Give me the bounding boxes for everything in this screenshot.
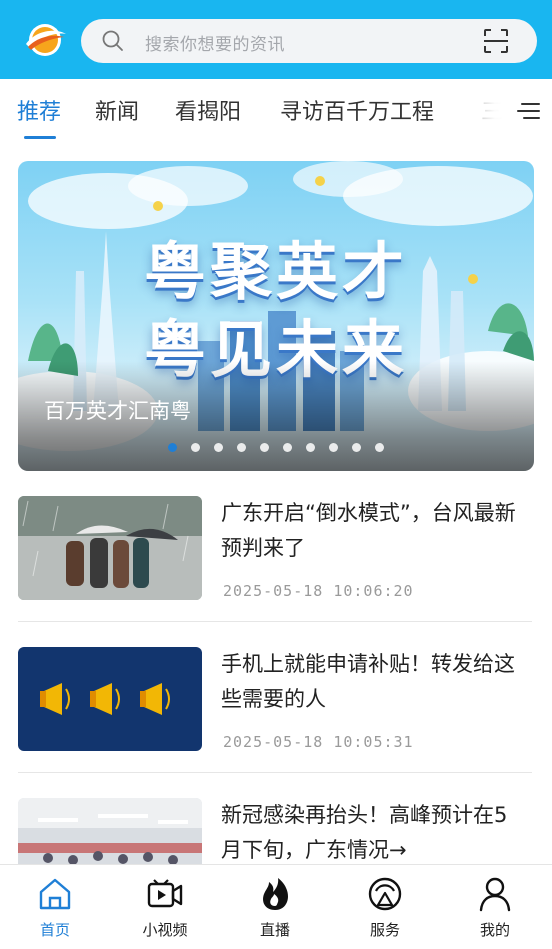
service-icon[interactable]: [366, 875, 404, 913]
tab-news[interactable]: 新闻: [95, 94, 139, 126]
list-divider: [18, 772, 532, 773]
banner-carousel[interactable]: 粤聚英才 粤见未来 百万英才汇南粤: [18, 161, 534, 471]
nav-short-video-label[interactable]: 小视频: [110, 919, 220, 940]
news-title[interactable]: 广东开启“倒水模式”，台风最新预判来了: [221, 496, 526, 566]
carousel-dot[interactable]: [329, 443, 338, 452]
video-icon[interactable]: [146, 875, 184, 913]
nav-live-label[interactable]: 直播: [220, 919, 330, 940]
bottom-navigation: 首页 小视频 直播 服务 我的: [0, 864, 552, 949]
app-header: 搜索你想要的资讯: [0, 0, 552, 79]
nav-home-label[interactable]: 首页: [0, 919, 110, 940]
news-thumbnail-megaphones[interactable]: [18, 647, 202, 751]
home-icon[interactable]: [36, 875, 74, 913]
nav-home[interactable]: 首页: [0, 865, 110, 949]
carousel-dot[interactable]: [237, 443, 246, 452]
nav-short-video[interactable]: 小视频: [110, 865, 220, 949]
news-item[interactable]: 手机上就能申请补贴！转发给这些需要的人 2025-05-18 10:05:31: [18, 647, 534, 753]
search-placeholder[interactable]: 搜索你想要的资讯: [145, 30, 285, 55]
nav-profile[interactable]: 我的: [440, 865, 550, 949]
news-title[interactable]: 新冠感染再抬头！高峰预计在5月下旬，广东情况→: [221, 798, 526, 868]
carousel-dot[interactable]: [260, 443, 269, 452]
news-item[interactable]: 广东开启“倒水模式”，台风最新预判来了 2025-05-18 10:06:20: [18, 496, 534, 602]
carousel-dot[interactable]: [214, 443, 223, 452]
carousel-dot[interactable]: [375, 443, 384, 452]
carousel-dot[interactable]: [352, 443, 361, 452]
scan-icon[interactable]: [483, 28, 509, 54]
carousel-dot[interactable]: [191, 443, 200, 452]
news-time: 2025-05-18 10:05:31: [223, 733, 414, 751]
active-tab-indicator: [24, 136, 56, 139]
nav-live[interactable]: 直播: [220, 865, 330, 949]
search-icon[interactable]: [101, 29, 125, 53]
banner-headline-line1: 粤聚英才: [143, 235, 408, 308]
carousel-dot[interactable]: [283, 443, 292, 452]
live-fire-icon[interactable]: [256, 875, 294, 913]
banner-caption: 百万英才汇南粤: [44, 399, 191, 423]
list-divider: [18, 621, 532, 622]
menu-icon[interactable]: [516, 101, 540, 121]
news-thumbnail-rain[interactable]: [18, 496, 202, 600]
tab-visit-project[interactable]: 寻访百千万工程: [280, 94, 434, 126]
search-bar[interactable]: 搜索你想要的资讯: [81, 19, 537, 63]
carousel-dot[interactable]: [168, 443, 177, 452]
news-title[interactable]: 手机上就能申请补贴！转发给这些需要的人: [221, 647, 526, 717]
channel-tabs: 推荐 新闻 看揭阳 寻访百千万工程 三: [0, 79, 552, 141]
news-time: 2025-05-18 10:06:20: [223, 582, 414, 600]
app-logo-icon[interactable]: [22, 20, 68, 60]
nav-profile-label[interactable]: 我的: [440, 919, 550, 940]
tab-recommend[interactable]: 推荐: [17, 94, 61, 126]
profile-icon[interactable]: [476, 875, 514, 913]
nav-service-label[interactable]: 服务: [330, 919, 440, 940]
tab-jieyang[interactable]: 看揭阳: [175, 94, 241, 126]
carousel-dot[interactable]: [306, 443, 315, 452]
nav-service[interactable]: 服务: [330, 865, 440, 949]
